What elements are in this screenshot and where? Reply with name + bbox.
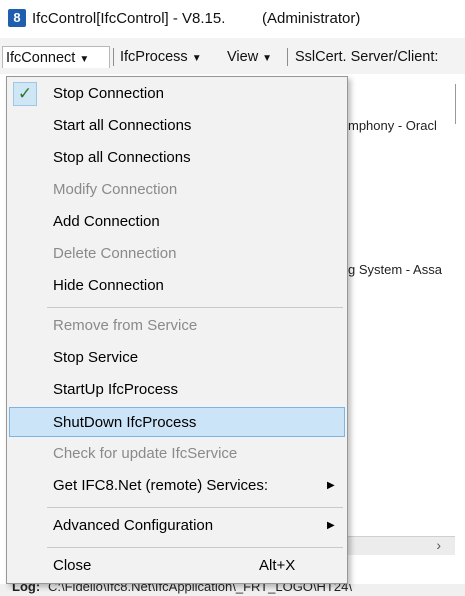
log-label: Log: [12,584,41,594]
menu-ifcprocess-label: IfcProcess [120,49,188,65]
chevron-down-icon: ▼ [262,53,273,64]
app-icon[interactable]: 8 [8,9,26,27]
menu-item-label: Advanced Configuration [53,517,214,534]
ifcconnect-dropdown-menu: ✓ Stop Connection Start all Connections … [6,76,348,584]
menu-item-label: Add Connection [53,213,160,230]
checkmark-icon: ✓ [13,82,37,106]
menu-item-stop-connection[interactable]: ✓ Stop Connection [9,79,345,109]
menu-item-hide-connection[interactable]: Hide Connection [9,271,345,301]
menu-item-label: Remove from Service [53,317,198,334]
menu-item-close[interactable]: Close Alt+X [9,551,345,581]
menu-sslcert[interactable]: SslCert. Server/Client: [292,46,441,68]
menu-ifcconnect[interactable]: IfcConnect ▼ [2,46,110,68]
menu-item-delete-connection[interactable]: Delete Connection [9,239,345,269]
menu-item-label: Stop Connection [53,85,164,102]
menu-item-label: Hide Connection [53,277,164,294]
window-title: IfcControl[IfcControl] - V8.15. [32,10,226,27]
menu-item-label: Modify Connection [53,181,178,198]
menu-bar: IfcConnect ▼ IfcProcess ▼ View ▼ SslCert. S… [0,38,465,75]
shortcut-label: Alt+X [259,557,296,574]
menu-separator [47,547,343,548]
submenu-arrow-icon: ▶ [327,520,335,531]
chevron-down-icon: ▼ [191,53,202,64]
menu-item-check-for-update[interactable]: Check for update IfcService [9,439,345,469]
window-title-admin: (Administrator) [262,10,361,27]
scroll-right-icon[interactable]: › [436,537,441,553]
menu-separator [287,48,288,66]
connection-list[interactable]: mphony - Oracl g System - Assa [340,84,458,574]
status-bar: Log: C:\Fidelio\Ifc8.Net\IfcApplication\… [0,584,465,596]
menu-item-startup-ifcprocess[interactable]: StartUp IfcProcess [9,375,345,405]
menu-item-label: StartUp IfcProcess [53,381,179,398]
menu-view-label: View [227,49,259,65]
menu-item-modify-connection[interactable]: Modify Connection [9,175,345,205]
log-path: C:\Fidelio\Ifc8.Net\IfcApplication\_FRT_… [48,584,352,594]
vertical-scrollbar[interactable] [455,84,456,124]
menu-item-remove-from-service[interactable]: Remove from Service [9,311,345,341]
menu-item-start-all-connections[interactable]: Start all Connections [9,111,345,141]
list-item[interactable]: mphony - Oracl [348,118,437,133]
menu-item-label: ShutDown IfcProcess [53,414,197,431]
menu-separator [113,48,114,66]
menu-item-advanced-configuration[interactable]: Advanced Configuration ▶ [9,511,345,541]
menu-item-shutdown-ifcprocess[interactable]: ShutDown IfcProcess [9,407,345,437]
title-bar: 8 IfcControl[IfcControl] - V8.15. (Admin… [0,0,465,38]
menu-item-label: Delete Connection [53,245,177,262]
menu-separator [47,307,343,308]
menu-view[interactable]: View ▼ [224,46,275,68]
menu-item-label: Get IFC8.Net (remote) Services: [53,477,269,494]
menu-sslcert-label: SslCert. Server/Client: [295,49,439,65]
menu-item-label: Stop all Connections [53,149,191,166]
chevron-down-icon: ▼ [79,54,90,65]
horizontal-scrollbar[interactable]: › [340,536,455,555]
list-item[interactable]: g System - Assa [348,262,442,277]
menu-item-label: Stop Service [53,349,139,366]
menu-item-stop-service[interactable]: Stop Service [9,343,345,373]
menu-ifcconnect-label: IfcConnect [6,50,76,66]
menu-item-label: Check for update IfcService [53,445,238,462]
submenu-arrow-icon: ▶ [327,480,335,491]
menu-item-label: Start all Connections [53,117,192,134]
menu-item-get-remote-services[interactable]: Get IFC8.Net (remote) Services: ▶ [9,471,345,501]
menu-item-label: Close [53,557,92,574]
menu-ifcprocess[interactable]: IfcProcess ▼ [117,46,205,68]
menu-item-stop-all-connections[interactable]: Stop all Connections [9,143,345,173]
menu-item-add-connection[interactable]: Add Connection [9,207,345,237]
menu-separator [47,507,343,508]
